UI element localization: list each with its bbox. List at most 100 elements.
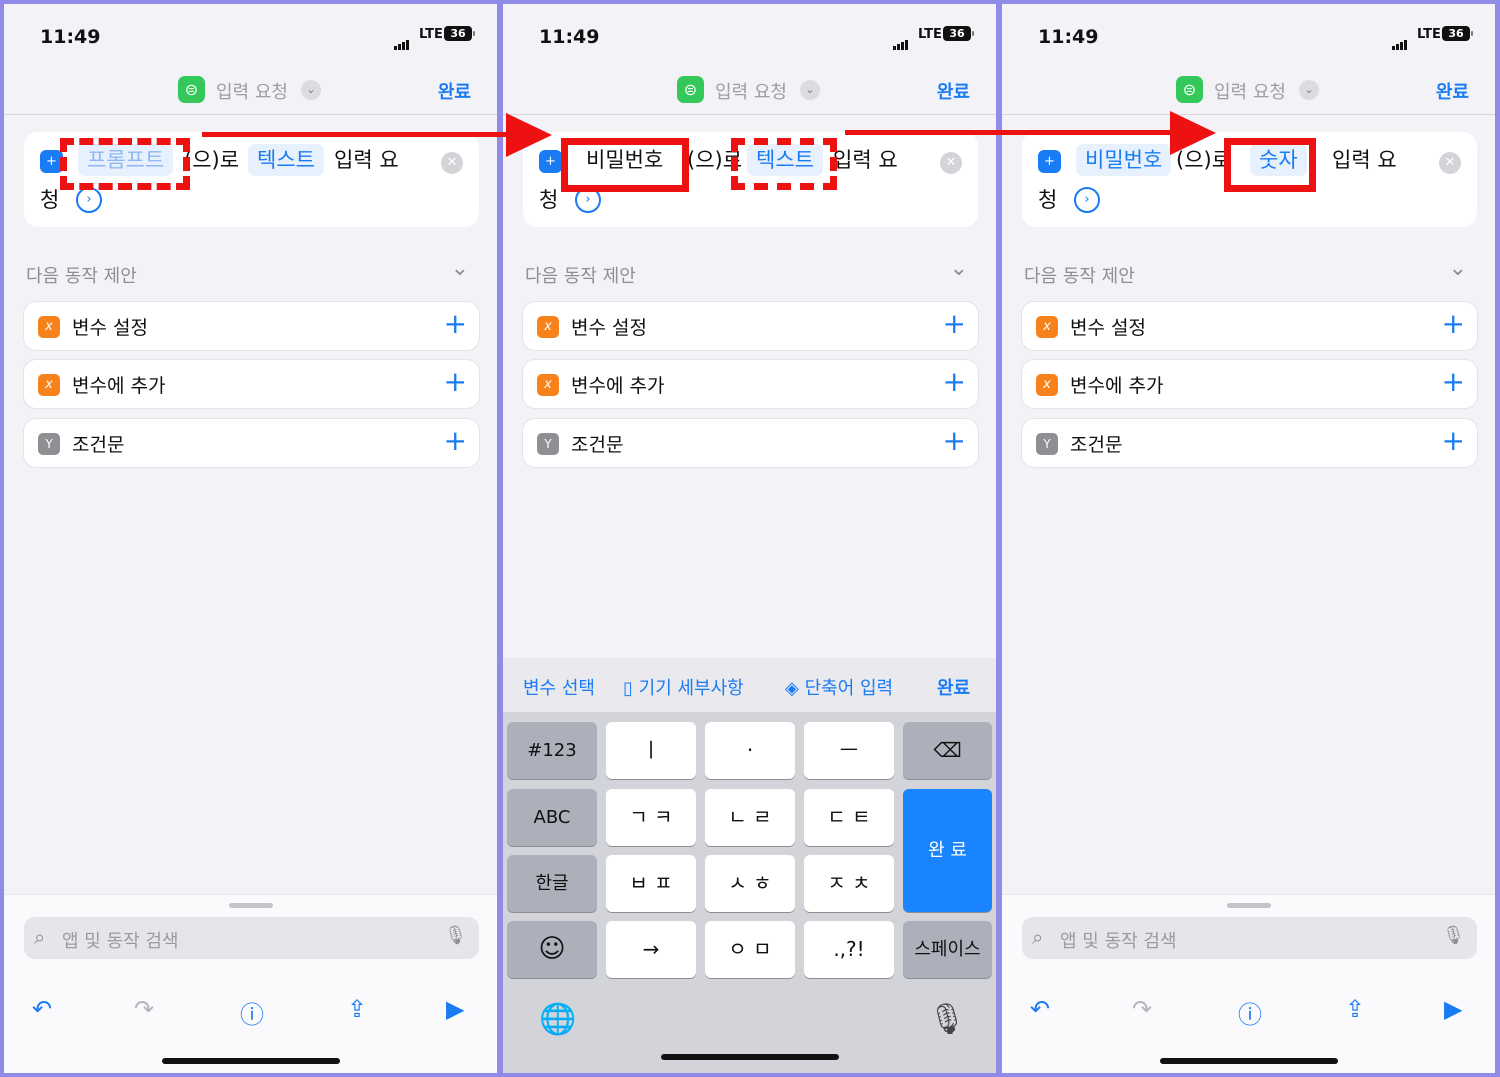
plus-icon[interactable]: +: [1442, 425, 1465, 457]
keyboard: #123 ㅣ · ㅡ ⌫ ABC ㄱ ㅋ ㄴ ㄹ ㄷ ㅌ 완 료 한글 ㅂ ㅍ …: [503, 712, 996, 1073]
key[interactable]: →: [606, 921, 696, 978]
sheet-handle[interactable]: [229, 903, 273, 908]
redo-icon[interactable]: ↷: [1132, 995, 1152, 1023]
prompt-token[interactable]: 비밀번호: [1076, 144, 1172, 176]
space-key[interactable]: 스페이스: [903, 921, 992, 978]
plus-icon[interactable]: +: [943, 308, 966, 340]
plus-icon[interactable]: +: [1442, 366, 1465, 398]
search-input[interactable]: ⌕ 앱 및 동작 검색 🎙: [1022, 917, 1477, 959]
chevron-down-icon[interactable]: ⌄: [1299, 80, 1319, 100]
battery-icon: 36: [444, 26, 475, 41]
search-icon: ⌕: [34, 925, 46, 949]
key-hangul[interactable]: 한글: [507, 855, 597, 912]
plus-icon[interactable]: +: [1442, 308, 1465, 340]
suggestion-label: 변수 설정: [72, 317, 148, 339]
key[interactable]: ·: [705, 722, 795, 779]
device-details-button[interactable]: ▯ 기기 세부사항: [623, 674, 744, 700]
key[interactable]: ㅈ ㅊ: [804, 855, 894, 912]
redo-icon[interactable]: ↷: [134, 995, 154, 1023]
branch-icon: Y: [1036, 433, 1058, 455]
select-variable-button[interactable]: 변수 선택: [523, 674, 595, 700]
keyboard-done-key[interactable]: 완 료: [903, 789, 992, 912]
plus-icon[interactable]: +: [444, 425, 467, 457]
key[interactable]: ㅇ ㅁ: [705, 921, 795, 978]
suggestion-row[interactable]: x 변수 설정 +: [523, 302, 978, 350]
request-text: 입력 요: [833, 148, 898, 172]
suggestions-title: 다음 동작 제안: [1024, 266, 1135, 287]
key[interactable]: ㅅ ㅎ: [705, 855, 795, 912]
clear-icon[interactable]: ✕: [940, 152, 962, 174]
key[interactable]: ㄱ ㅋ: [606, 789, 696, 846]
key-num[interactable]: #123: [507, 722, 597, 779]
suggestion-label: 변수에 추가: [571, 375, 665, 397]
key[interactable]: ㄴ ㄹ: [705, 789, 795, 846]
done-button[interactable]: 완료: [1436, 78, 1469, 104]
annotation-arrow: [845, 130, 1175, 135]
key[interactable]: ㄷ ㅌ: [804, 789, 894, 846]
share-icon[interactable]: ⇪: [1345, 995, 1365, 1023]
suggestion-row[interactable]: x 변수에 추가 +: [523, 360, 978, 408]
shortcuts-icon: ◈: [785, 678, 805, 699]
chevron-down-icon[interactable]: ⌄: [800, 80, 820, 100]
mic-icon[interactable]: 🎙: [928, 1002, 966, 1037]
clear-icon[interactable]: ✕: [1439, 152, 1461, 174]
chevron-right-icon[interactable]: ›: [76, 187, 102, 213]
key[interactable]: ㅣ: [606, 722, 696, 779]
info-icon[interactable]: ⓘ: [1238, 995, 1262, 1030]
key[interactable]: ㅂ ㅍ: [606, 855, 696, 912]
key-abc[interactable]: ABC: [507, 789, 597, 846]
done-button[interactable]: 완료: [438, 78, 471, 104]
shortcut-input-button[interactable]: ◈ 단축어 입력: [785, 674, 893, 700]
suggestion-row[interactable]: x 변수에 추가 +: [24, 360, 479, 408]
key[interactable]: .,?!: [804, 921, 894, 978]
info-icon[interactable]: ⓘ: [240, 995, 264, 1030]
variable-icon: x: [537, 374, 559, 396]
highlight-box: [60, 138, 190, 190]
suggestion-label: 조건문: [72, 434, 125, 456]
search-input[interactable]: ⌕ 앱 및 동작 검색 🎙: [24, 917, 479, 959]
type-token[interactable]: 텍스트: [248, 144, 324, 176]
play-icon[interactable]: ▶: [446, 995, 464, 1023]
clear-icon[interactable]: ✕: [441, 152, 463, 174]
network-label: LTE: [918, 27, 942, 42]
chevron-down-icon[interactable]: ⌄: [950, 256, 968, 281]
suggestion-row[interactable]: Y 조건문 +: [1022, 419, 1477, 467]
suggestion-label: 변수 설정: [1070, 317, 1146, 339]
undo-icon[interactable]: ↶: [1030, 995, 1050, 1023]
search-placeholder: 앱 및 동작 검색: [62, 931, 179, 952]
suggestion-row[interactable]: x 변수에 추가 +: [1022, 360, 1477, 408]
chevron-down-icon[interactable]: ⌄: [451, 256, 469, 281]
variable-icon: x: [38, 374, 60, 396]
sheet-handle[interactable]: [1227, 903, 1271, 908]
mic-icon[interactable]: 🎙: [444, 925, 467, 946]
plus-icon[interactable]: +: [943, 425, 966, 457]
plus-icon[interactable]: +: [943, 366, 966, 398]
arrow-head-icon: [506, 113, 552, 157]
nav-title[interactable]: 입력 요청: [715, 78, 787, 104]
nav-title[interactable]: 입력 요청: [1214, 78, 1286, 104]
mic-icon[interactable]: 🎙: [1442, 925, 1465, 946]
home-indicator: [661, 1054, 839, 1060]
phone-icon: ▯: [623, 678, 639, 699]
suggestion-row[interactable]: x 변수 설정 +: [24, 302, 479, 350]
plus-icon[interactable]: +: [444, 366, 467, 398]
chevron-down-icon[interactable]: ⌄: [1449, 256, 1467, 281]
undo-icon[interactable]: ↶: [32, 995, 52, 1023]
backspace-key[interactable]: ⌫: [903, 722, 992, 779]
play-icon[interactable]: ▶: [1444, 995, 1462, 1023]
accessory-done-button[interactable]: 완료: [937, 674, 970, 700]
emoji-key[interactable]: ☺: [507, 921, 597, 978]
suggestion-row[interactable]: Y 조건문 +: [523, 419, 978, 467]
nav-title[interactable]: 입력 요청: [216, 78, 288, 104]
suggestion-row[interactable]: Y 조건문 +: [24, 419, 479, 467]
key[interactable]: ㅡ: [804, 722, 894, 779]
plus-icon[interactable]: +: [444, 308, 467, 340]
globe-icon[interactable]: 🌐: [539, 1002, 576, 1037]
chevron-right-icon[interactable]: ›: [1074, 187, 1100, 213]
done-button[interactable]: 완료: [937, 78, 970, 104]
status-time: 11:49: [40, 26, 101, 48]
share-icon[interactable]: ⇪: [347, 995, 367, 1023]
chevron-down-icon[interactable]: ⌄: [301, 80, 321, 100]
home-indicator: [162, 1058, 340, 1064]
suggestion-row[interactable]: x 변수 설정 +: [1022, 302, 1477, 350]
